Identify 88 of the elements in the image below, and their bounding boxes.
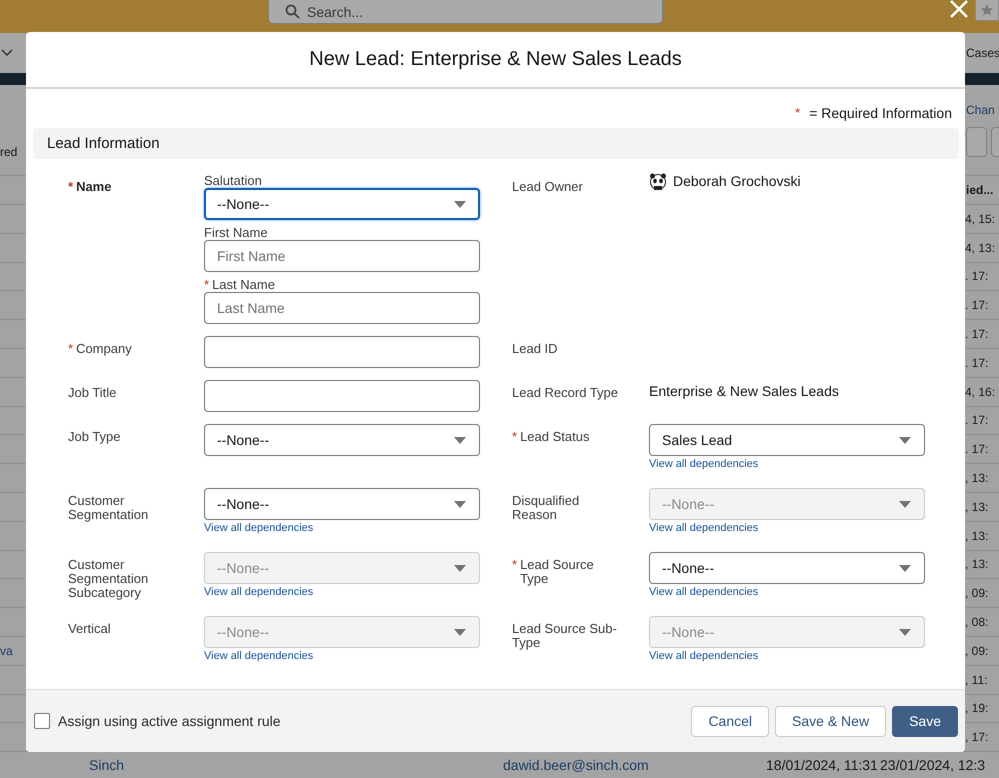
table-cell-text: . 17: [965,327,990,342]
avatar-icon [649,172,667,190]
required-mark: * [795,105,800,121]
field-label: Lead Status [520,430,590,444]
caret-icon [453,628,467,636]
text-field[interactable] [204,336,480,368]
caret-icon [898,564,912,572]
field-label: Customer Segmentation [68,494,150,522]
required-mark: * [512,558,518,572]
footer-button[interactable]: Save [892,706,958,736]
close-button[interactable] [949,0,969,18]
close-icon [949,0,969,18]
table-cell-text: , 09: [965,586,990,600]
caret-icon [453,564,467,572]
required-mark: * [68,342,74,356]
table-cell-text: 18/01/2024, 11:31 [766,757,879,774]
dependencies-link[interactable]: View all dependencies [649,457,758,476]
owner-name[interactable]: Deborah Grochovski [673,173,801,189]
field-label: First Name [204,226,268,240]
picklist[interactable]: Sales Lead [649,424,925,456]
section-header: Lead Information [33,128,959,159]
text-field[interactable]: Last Name [204,292,480,324]
caret-icon [453,436,467,444]
picklist[interactable]: --None-- [204,424,480,456]
table-cell-text: , 13: [965,500,990,514]
field-label: Last Name [212,278,275,292]
required-mark: * [204,278,210,292]
search-field[interactable]: Search... [268,0,663,24]
field-label: Lead Record Type [512,386,618,400]
caret-icon [898,436,912,444]
table-link[interactable]: va [0,644,26,658]
footer-button[interactable]: Cancel [691,706,770,736]
dependencies-link[interactable]: View all dependencies [649,585,758,604]
column-heading[interactable]: ied... [966,183,999,197]
required-note: = Required Information [809,105,952,121]
chevron-down-icon[interactable] [0,48,14,58]
picklist[interactable]: --None-- [204,188,480,220]
table-cell-text: . 17: [965,298,990,312]
table-cell-text: . 17: [965,413,990,428]
field-label: Name [76,180,112,194]
field-label: Job Title [68,386,116,400]
field-label: Salutation [204,174,262,188]
picklist[interactable]: --None-- [204,488,480,520]
field-label: Company [76,342,132,356]
field-label: Lead ID [512,342,558,356]
field-label: Vertical [68,622,111,636]
table-cell-text: , 08: [965,615,990,630]
text-field[interactable] [204,380,480,412]
star-icon [980,3,994,17]
field-value: Enterprise & New Sales Leads [649,383,839,399]
field-label: Customer Segmentation Subcategory [68,558,150,600]
table-cell-text: , 13: [965,471,990,486]
list-link[interactable]: Chan [966,103,999,117]
caret-icon [453,500,467,508]
table-cell-text: . 17: [965,442,990,456]
table-link[interactable]: dawid.beer@sinch.com [503,757,766,774]
table-cell-text: , 09: [965,644,990,658]
table-cell-text: , 13: [965,557,990,572]
table-cell-text: . 17: [965,269,990,284]
field-label: Job Type [68,430,121,444]
table-link[interactable]: Sinch [89,757,503,774]
table-cell-text: 4, 16: [965,384,996,399]
field-label: Lead Source Type [520,558,595,586]
table-cell-text: , 19: [965,701,990,716]
table-cell-text: , 11: [965,672,988,687]
required-mark: * [68,180,74,194]
caret-icon [453,200,467,208]
checkbox-label[interactable]: Assign using active assignment rule [58,713,281,729]
modal-title: New Lead: Enterprise & New Sales Leads [309,48,682,71]
table-cell-text: , 13: [965,528,990,543]
field-label: Disqualified Reason [512,494,580,522]
table-cell-text: 4, 15: [965,212,996,226]
required-mark: * [512,430,518,444]
list-text: red [0,145,18,159]
picklist[interactable]: --None-- [649,552,925,584]
table-cell-text: . 17: [965,356,990,370]
field-label: Lead Owner [512,180,583,194]
field-label: Lead Source Sub-Type [512,622,618,650]
caret-icon [898,628,912,636]
table-cell-text: 4, 13: [965,240,996,255]
caret-icon [898,500,912,508]
text-field[interactable]: First Name [204,240,480,272]
table-cell-text: 23/01/2024, 12:3 [880,757,986,774]
table-cell-text: , 17: [965,730,990,744]
checkbox[interactable] [34,713,50,729]
search-icon [285,4,300,19]
dependencies-link[interactable]: View all dependencies [204,521,314,540]
footer-button[interactable]: Save & New [775,706,886,736]
